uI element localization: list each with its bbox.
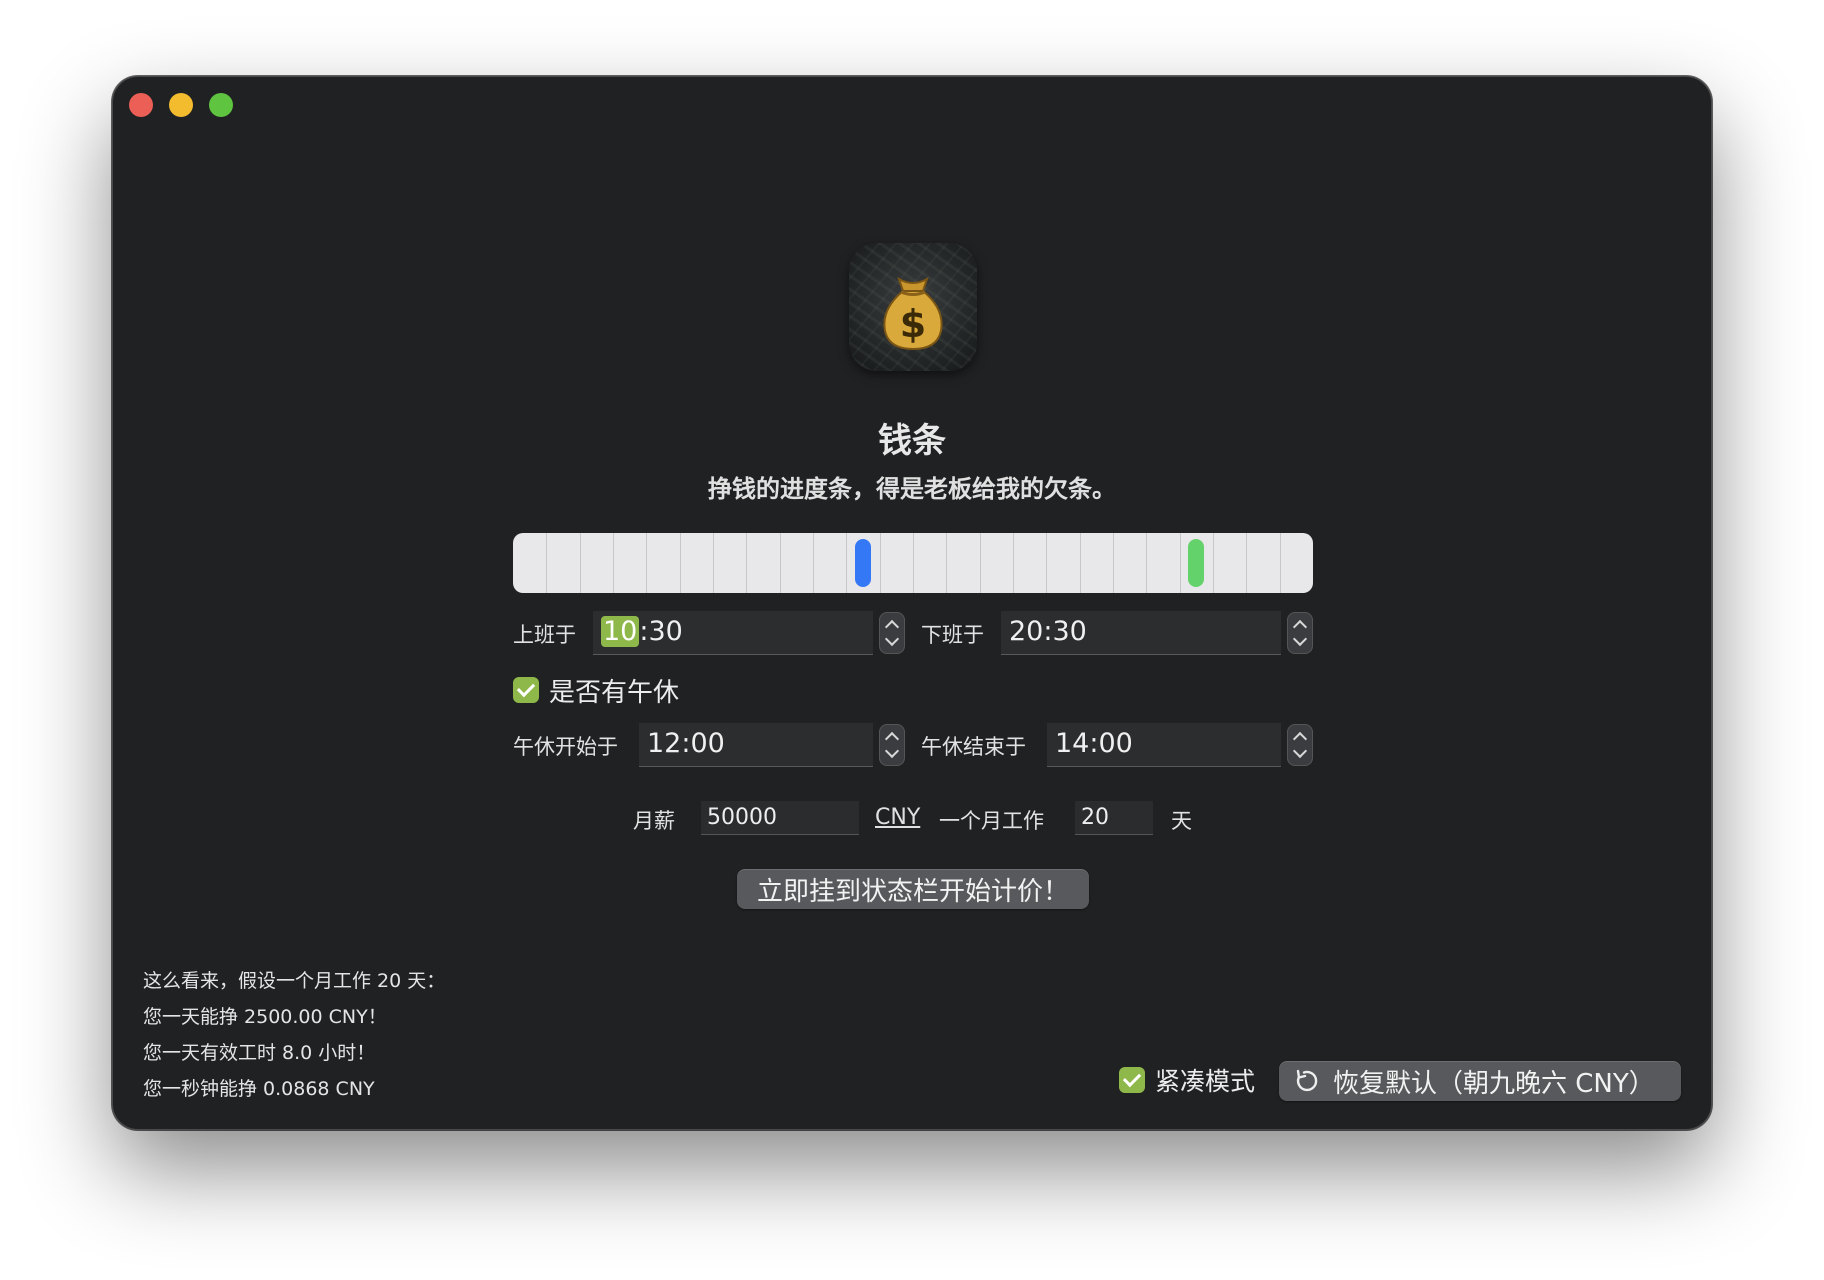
progress-tick — [1280, 533, 1281, 593]
money-bag-icon: $ — [849, 243, 977, 371]
work-start-minutes[interactable]: :30 — [639, 616, 682, 647]
progress-tick — [1113, 533, 1114, 593]
reset-defaults-label: 恢复默认（朝九晚六 CNY） — [1333, 1068, 1655, 1099]
lunch-break-label[interactable]: 是否有午休 — [549, 672, 679, 709]
lunch-start-stepper[interactable] — [879, 724, 905, 766]
start-menubar-button[interactable]: 立即挂到状态栏开始计价！ — [737, 869, 1089, 909]
selected-hour-segment[interactable]: 10 — [601, 616, 640, 647]
work-start-stepper[interactable] — [879, 612, 905, 654]
currency-selector[interactable]: CNY — [875, 805, 920, 830]
progress-tick — [1013, 533, 1014, 593]
stepper-down-icon[interactable] — [884, 631, 900, 647]
app-title: 钱条 — [878, 421, 946, 461]
reset-defaults-button[interactable]: 恢复默认（朝九晚六 CNY） — [1279, 1061, 1681, 1101]
work-start-label: 上班于 — [513, 623, 576, 647]
progress-tick — [780, 533, 781, 593]
summary-line: 您一秒钟能挣 0.0868 CNY — [143, 1078, 375, 1100]
svg-text:$: $ — [900, 302, 926, 346]
work-end-field[interactable]: 20:30 — [1001, 611, 1281, 655]
summary-text: 这么看来，假设一个月工作 20 天： 您一天能挣 2500.00 CNY！ 您一… — [143, 963, 445, 1107]
compact-mode-checkbox[interactable] — [1119, 1067, 1145, 1093]
app-tagline: 挣钱的进度条，得是老板给我的欠条。 — [708, 475, 1116, 503]
summary-line: 您一天有效工时 8.0 小时！ — [143, 1042, 376, 1064]
work-end-marker[interactable] — [1188, 539, 1204, 587]
progress-tick — [646, 533, 647, 593]
lunch-start-label: 午休开始于 — [513, 735, 618, 759]
lunch-break-checkbox[interactable] — [513, 677, 539, 703]
close-window-button[interactable] — [129, 93, 153, 117]
stepper-down-icon[interactable] — [884, 743, 900, 759]
progress-tick — [680, 533, 681, 593]
work-end-stepper[interactable] — [1287, 612, 1313, 654]
work-days-label: 一个月工作 — [939, 809, 1044, 833]
progress-tick — [546, 533, 547, 593]
progress-tick — [713, 533, 714, 593]
progress-tick — [1146, 533, 1147, 593]
progress-tick — [580, 533, 581, 593]
zoom-window-button[interactable] — [209, 93, 233, 117]
progress-tick — [980, 533, 981, 593]
lunch-end-label: 午休结束于 — [921, 735, 1026, 759]
salary-label: 月薪 — [633, 809, 675, 833]
progress-tick — [1046, 533, 1047, 593]
summary-line: 这么看来，假设一个月工作 20 天： — [143, 970, 446, 992]
stepper-down-icon[interactable] — [1292, 631, 1308, 647]
reset-icon — [1296, 1069, 1318, 1092]
progress-tick — [913, 533, 914, 593]
summary-line: 您一天能挣 2500.00 CNY！ — [143, 1006, 387, 1028]
work-day-progress-bar[interactable] — [513, 533, 1313, 593]
progress-tick — [1080, 533, 1081, 593]
progress-tick — [613, 533, 614, 593]
progress-tick — [846, 533, 847, 593]
minimize-window-button[interactable] — [169, 93, 193, 117]
progress-tick — [946, 533, 947, 593]
work-days-unit: 天 — [1171, 809, 1192, 833]
window-controls — [129, 93, 233, 117]
progress-tick — [1180, 533, 1181, 593]
progress-tick — [1213, 533, 1214, 593]
work-start-field[interactable]: 10:30 — [593, 611, 873, 655]
stepper-down-icon[interactable] — [1292, 743, 1308, 759]
progress-tick — [813, 533, 814, 593]
lunch-start-field[interactable]: 12:00 — [639, 723, 873, 767]
lunch-end-field[interactable]: 14:00 — [1047, 723, 1281, 767]
salary-input[interactable]: 50000 — [701, 801, 859, 835]
app-window: $ 钱条 挣钱的进度条，得是老板给我的欠条。 上班于 10:30 下班于 20:… — [112, 76, 1712, 1130]
lunch-end-stepper[interactable] — [1287, 724, 1313, 766]
progress-tick — [880, 533, 881, 593]
compact-mode-label[interactable]: 紧凑模式 — [1155, 1062, 1255, 1098]
progress-tick — [1246, 533, 1247, 593]
work-start-marker[interactable] — [855, 539, 871, 587]
work-end-label: 下班于 — [921, 623, 984, 647]
work-days-input[interactable]: 20 — [1075, 801, 1153, 835]
progress-tick — [746, 533, 747, 593]
